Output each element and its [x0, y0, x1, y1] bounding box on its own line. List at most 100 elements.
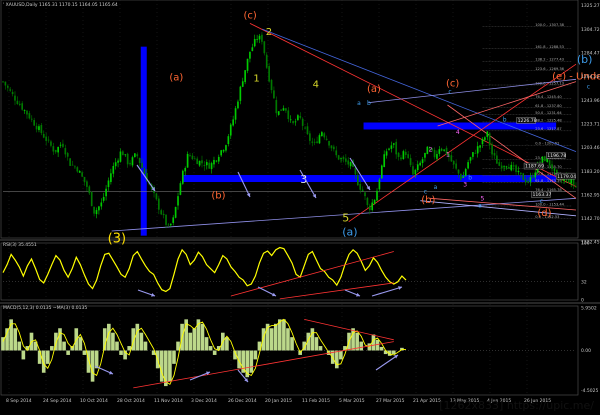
candle-body	[263, 41, 266, 54]
macd-y-tick-label: -4.5025	[581, 388, 599, 394]
wave-label: 1	[253, 74, 259, 85]
macd-histogram-bar	[318, 346, 323, 351]
candle-body	[71, 164, 74, 166]
y-tick-label: 1325.27	[581, 3, 600, 9]
candle-body	[575, 186, 577, 188]
candle-body	[256, 39, 258, 40]
rsi-line	[2, 246, 407, 293]
wave-label: (a)	[367, 84, 381, 95]
candle-body	[517, 170, 520, 173]
candle-body	[78, 170, 81, 173]
candle-body	[38, 126, 40, 130]
wave-label: (b)	[421, 195, 435, 206]
candle-body	[433, 149, 436, 158]
candle-body	[347, 160, 350, 165]
candle-body	[383, 154, 386, 167]
wave-label: 3	[463, 182, 467, 189]
candle-body	[110, 173, 112, 182]
candle-body	[86, 181, 88, 187]
candle-body	[126, 153, 129, 165]
candle-body	[395, 141, 398, 155]
candle-body	[83, 176, 86, 183]
wave-label: 4	[456, 129, 460, 136]
x-tick-label: 11 Nov 2014	[154, 398, 183, 404]
macd-histogram-bar	[41, 350, 46, 373]
candle-body	[50, 141, 52, 146]
candle-body	[215, 160, 218, 162]
candle-body	[251, 47, 254, 52]
candle-body	[129, 162, 131, 165]
candle-body	[136, 154, 139, 157]
x-tick-label: 27 Mar 2015	[376, 398, 405, 404]
candle-body	[522, 173, 525, 181]
rsi-panel	[2, 246, 576, 300]
candle-body	[74, 166, 76, 168]
candle-body	[359, 184, 362, 190]
trend-line	[262, 28, 577, 153]
macd-histogram-bar	[50, 346, 54, 351]
candle-body	[373, 199, 376, 204]
y-tick-label: 1223.71	[581, 122, 600, 128]
fib-level-label: 50.0 - 1231.64	[535, 111, 562, 115]
candle-body	[311, 141, 314, 143]
candle-body	[570, 179, 573, 184]
candle-body	[62, 143, 64, 147]
wave-label: (3)	[108, 232, 126, 247]
wave-label: 2	[429, 147, 433, 154]
price-box-label: 1196.78	[547, 153, 566, 159]
candle-body	[356, 175, 359, 186]
candle-body	[376, 190, 378, 201]
candle-body	[42, 133, 45, 138]
macd-histogram-bar	[139, 332, 144, 351]
candle-body	[277, 111, 280, 115]
candle-body	[107, 180, 110, 188]
macd-histogram-bar	[375, 339, 380, 351]
candle-body	[292, 121, 294, 124]
candle-body	[416, 164, 419, 171]
candle-body	[498, 162, 501, 166]
candle-body	[325, 138, 328, 140]
macd-histogram-bar	[249, 350, 254, 373]
candle-body	[275, 100, 278, 114]
candle-body	[388, 148, 390, 150]
macd-histogram-bar	[21, 350, 26, 360]
candle-body	[52, 146, 55, 152]
candle-body	[404, 151, 407, 156]
candle-body	[100, 202, 103, 207]
support-resistance-band	[183, 175, 557, 182]
y-tick-label: 1304.72	[581, 27, 600, 33]
candle-body	[208, 162, 211, 169]
candle-body	[340, 158, 342, 160]
macd-title: MACD(5,12,3) 0.0135 ~MA(3) 0.0135	[3, 305, 87, 311]
macd-histogram-bar	[261, 328, 266, 351]
candle-body	[529, 177, 532, 182]
candle-body	[472, 152, 474, 157]
candle-body	[452, 160, 455, 165]
candle-body	[436, 154, 438, 159]
macd-histogram-bar	[269, 328, 274, 351]
candle-body	[47, 139, 50, 141]
candle-body	[143, 168, 146, 174]
candle-body	[203, 165, 206, 167]
candle-body	[409, 158, 412, 166]
annotation-arrow	[375, 354, 399, 371]
watermark: [1262x833] https://upic.me/	[439, 399, 594, 412]
macd-y-tick-label: 5.9502	[581, 305, 597, 311]
candle-body	[179, 183, 182, 195]
y-tick-label: 1243.96	[581, 98, 600, 104]
candle-body	[220, 150, 223, 156]
x-tick-label: 8 Sep 2014	[6, 398, 32, 404]
macd-histogram-bar	[66, 350, 70, 355]
candle-body	[474, 152, 477, 154]
candle-body	[186, 153, 189, 168]
candle-body	[112, 165, 115, 174]
candle-body	[440, 149, 443, 151]
candle-body	[349, 161, 352, 167]
macd-histogram-bar	[314, 337, 319, 351]
candle-body	[402, 151, 405, 160]
candle-body	[93, 206, 95, 214]
candle-body	[169, 223, 172, 226]
macd-histogram-bar	[204, 337, 209, 351]
candle-body	[309, 133, 311, 141]
candle-body	[237, 101, 239, 109]
